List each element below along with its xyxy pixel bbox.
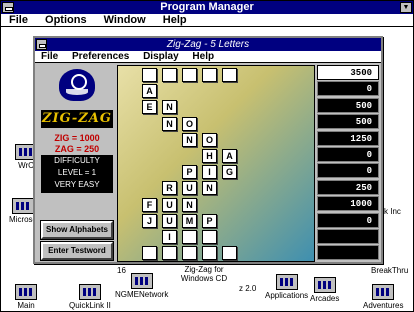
letter-tile[interactable]: A <box>222 149 237 163</box>
program-group-icon <box>78 284 101 300</box>
letter-tile[interactable]: E <box>142 100 157 115</box>
zigzag-menu-bar: File Preferences Display Help <box>35 51 381 63</box>
zig-value: ZIG = 1000 <box>54 133 100 143</box>
partial-label-z20: z 2.0 <box>239 284 257 293</box>
letter-tile[interactable]: U <box>162 213 177 228</box>
desktop-icon-ngme[interactable]: NGMENetwork <box>115 273 168 299</box>
letter-tile[interactable] <box>202 230 217 244</box>
row-score: 1250 <box>317 130 379 146</box>
program-manager-menu-bar: File Options Window Help <box>1 14 413 27</box>
menu-options[interactable]: Options <box>37 14 93 27</box>
row-score: 0 <box>317 212 379 228</box>
letter-tile[interactable]: N <box>182 132 197 147</box>
letter-tile[interactable] <box>202 68 217 82</box>
letter-tile[interactable]: G <box>222 165 237 180</box>
desktop-icon-applications[interactable]: Applications <box>265 274 308 300</box>
letter-tile[interactable]: N <box>162 116 177 131</box>
letter-tile[interactable]: I <box>202 165 217 180</box>
menu-preferences[interactable]: Preferences <box>66 51 134 63</box>
menu-help[interactable]: Help <box>186 51 219 63</box>
menu-display[interactable]: Display <box>137 51 184 63</box>
desktop-icon-arcades[interactable]: Arcades <box>310 277 339 303</box>
chevron-down-icon[interactable]: ▼ <box>400 2 412 13</box>
row-score: 0 <box>317 81 379 97</box>
zigzag-title: Zig-Zag - 5 Letters <box>35 38 381 51</box>
letter-tile[interactable] <box>202 246 217 261</box>
desktop-icon-zigzag-cd[interactable]: Zig-Zag for Windows CD <box>177 265 231 283</box>
difficulty-panel: DIFFICULTY LEVEL = 1 VERY EASY <box>41 155 113 193</box>
total-score: 3500 <box>317 65 379 80</box>
show-alphabets-button[interactable]: Show Alphabets <box>40 220 114 240</box>
row-score <box>317 229 379 244</box>
letter-tile[interactable] <box>182 68 197 82</box>
partial-label-breakthru: BreakThru <box>371 266 409 275</box>
desktop-icon-main[interactable]: Main <box>15 284 37 310</box>
letter-tile[interactable]: R <box>162 181 177 196</box>
letter-tile[interactable]: F <box>142 197 157 212</box>
difficulty-level: LEVEL = 1 <box>57 168 97 177</box>
row-score <box>317 245 379 261</box>
letter-tile[interactable] <box>222 68 237 82</box>
program-group-icon <box>130 273 153 289</box>
row-score: 1000 <box>317 196 379 212</box>
letter-tile[interactable]: N <box>202 181 217 196</box>
zigzag-logo: ZIG-ZAG <box>41 110 113 128</box>
letter-tile[interactable]: J <box>142 213 157 228</box>
zigzag-emblem-icon <box>59 69 95 101</box>
game-info-panel: ZIG-ZAG ZIG = 1000 ZAG = 250 DIFFICULTY … <box>38 65 116 262</box>
program-manager-title: Program Manager <box>1 1 413 14</box>
enter-testword-button[interactable]: Enter Testword <box>40 241 114 261</box>
letter-tile[interactable] <box>162 68 177 82</box>
partial-label-ink: k Inc <box>384 207 401 216</box>
difficulty-name: VERY EASY <box>54 180 100 189</box>
difficulty-label: DIFFICULTY <box>54 156 100 165</box>
letter-tile[interactable]: U <box>162 197 177 212</box>
program-group-icon <box>313 277 336 293</box>
system-menu-icon[interactable] <box>36 39 47 50</box>
letter-tile[interactable]: U <box>182 181 197 196</box>
zag-value: ZAG = 250 <box>54 144 100 154</box>
letter-tile[interactable] <box>182 246 197 261</box>
letter-tile[interactable]: N <box>182 197 197 212</box>
program-group-icon <box>15 284 37 300</box>
letter-tile[interactable]: O <box>202 132 217 147</box>
row-score: 250 <box>317 179 379 195</box>
desktop-icon-adventures[interactable]: Adventures <box>363 284 403 310</box>
letter-tile[interactable] <box>182 230 197 244</box>
row-score: 500 <box>317 97 379 113</box>
menu-help[interactable]: Help <box>155 14 193 27</box>
letter-tile[interactable]: O <box>182 116 197 131</box>
row-score: 0 <box>317 147 379 162</box>
zigzag-window: Zig-Zag - 5 Letters File Preferences Dis… <box>33 36 383 264</box>
row-score: 500 <box>317 114 379 130</box>
system-menu-icon[interactable] <box>2 2 14 13</box>
letter-tile[interactable]: A <box>142 84 157 99</box>
menu-file[interactable]: File <box>1 14 34 27</box>
letter-tile[interactable] <box>142 68 157 82</box>
letter-tile[interactable]: P <box>182 165 197 180</box>
letter-tile[interactable]: P <box>202 213 217 228</box>
letter-tile[interactable]: N <box>162 100 177 115</box>
program-group-icon <box>12 198 34 214</box>
menu-file[interactable]: File <box>35 51 63 63</box>
row-score: 0 <box>317 163 379 179</box>
score-column: 3500 0 500 500 1250 0 0 250 1000 0 <box>317 65 379 262</box>
desktop-icon-quicklink[interactable]: QuickLink II <box>69 284 111 310</box>
letter-tile[interactable]: H <box>202 149 217 163</box>
letter-tile[interactable]: I <box>162 230 177 244</box>
letter-tile[interactable] <box>162 246 177 261</box>
program-group-icon <box>275 274 298 290</box>
menu-window[interactable]: Window <box>96 14 152 27</box>
letter-tile[interactable] <box>142 246 157 261</box>
letter-tile[interactable] <box>222 246 237 261</box>
letter-tile[interactable]: M <box>182 213 197 228</box>
game-board[interactable]: AENNONOHAPIGRUNFUNJUMPI <box>117 65 315 262</box>
program-group-icon <box>372 284 395 300</box>
